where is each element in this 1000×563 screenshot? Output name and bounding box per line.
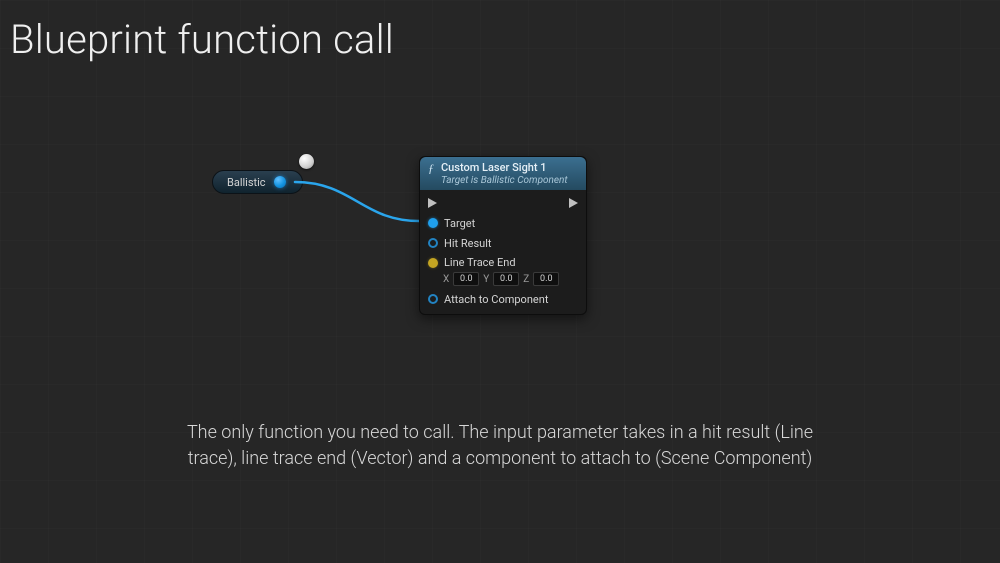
line-trace-end-x-input[interactable]: 0.0 (453, 272, 479, 286)
axis-z-label: Z (523, 274, 529, 285)
function-icon: ƒ (426, 162, 436, 174)
line-trace-end-z-input[interactable]: 0.0 (533, 272, 559, 286)
target-pin-icon[interactable] (428, 218, 438, 228)
attach-pin-icon[interactable] (428, 294, 438, 304)
variable-node-ballistic[interactable]: Ballistic (212, 170, 303, 194)
node-title: Custom Laser Sight 1 (441, 161, 547, 174)
description-text: The only function you need to call. The … (0, 420, 1000, 472)
exec-in-pin-icon[interactable] (428, 198, 437, 208)
line-trace-end-label: Line Trace End (444, 256, 516, 269)
target-pin-label: Target (444, 217, 475, 230)
line-trace-end-pin-icon[interactable] (428, 258, 438, 268)
line-trace-end-y-input[interactable]: 0.0 (493, 272, 519, 286)
connection-wire (293, 174, 433, 244)
node-header[interactable]: ƒ Custom Laser Sight 1 Target is Ballist… (420, 157, 586, 190)
hit-result-pin-label: Hit Result (444, 237, 491, 250)
axis-y-label: Y (483, 274, 489, 285)
node-body: Target Hit Result Line Trace End X 0.0 Y… (420, 190, 586, 314)
page-title: Blueprint function call (10, 16, 394, 63)
exec-out-pin-icon[interactable] (569, 198, 578, 208)
attach-pin-label: Attach to Component (444, 293, 548, 306)
hit-result-pin-icon[interactable] (428, 238, 438, 248)
function-node-custom-laser-sight[interactable]: ƒ Custom Laser Sight 1 Target is Ballist… (419, 156, 587, 315)
output-pin-icon[interactable] (274, 176, 286, 188)
variable-node-label: Ballistic (227, 176, 266, 189)
node-subtitle: Target is Ballistic Component (426, 175, 580, 186)
axis-x-label: X (443, 274, 449, 285)
breakpoint-marker-icon[interactable] (299, 154, 314, 169)
